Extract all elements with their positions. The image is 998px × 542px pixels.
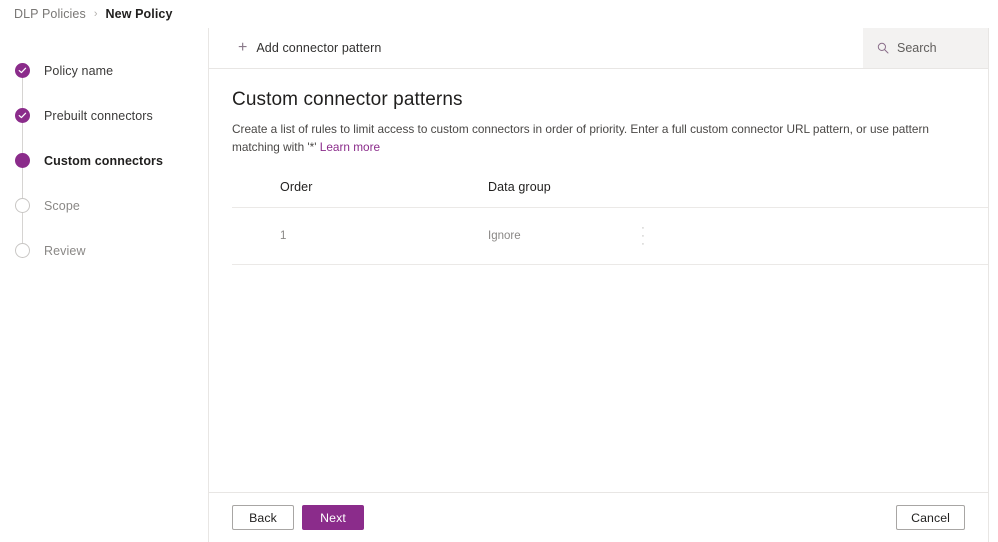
right-strip xyxy=(989,28,998,542)
breadcrumb-link-dlp-policies[interactable]: DLP Policies xyxy=(14,7,86,21)
more-vertical-icon[interactable]: · · · xyxy=(638,223,648,250)
data-group-wrapper: Ignore · · · xyxy=(488,223,648,250)
content-area: Custom connector patterns Create a list … xyxy=(209,69,988,492)
cell-data-group: Ignore · · · xyxy=(360,207,688,265)
wizard-steps: Policy name Prebuilt connectors Custom c… xyxy=(0,48,208,273)
plus-icon: + xyxy=(238,39,248,56)
column-header-order: Order xyxy=(232,180,360,208)
search-input[interactable] xyxy=(897,41,977,55)
empty-circle-icon xyxy=(15,243,30,258)
breadcrumb: DLP Policies › New Policy xyxy=(0,0,998,28)
data-group-value: Ignore xyxy=(488,230,521,242)
cell-pattern: * xyxy=(688,207,988,265)
command-bar-left: + Add connector pattern xyxy=(209,28,863,68)
main-panel: + Add connector pattern Custom connector… xyxy=(209,28,989,542)
table-header-row: Order Data group Pattern Move up Move do… xyxy=(232,180,988,208)
search-icon xyxy=(877,42,889,54)
current-step-dot-icon xyxy=(15,153,30,168)
wizard-rail: Policy name Prebuilt connectors Custom c… xyxy=(0,28,209,542)
check-circle-icon xyxy=(15,63,30,78)
wizard-step-policy-name[interactable]: Policy name xyxy=(0,48,208,93)
next-button[interactable]: Next xyxy=(302,505,364,530)
search-box[interactable] xyxy=(863,28,988,68)
add-connector-pattern-button[interactable]: + Add connector pattern xyxy=(232,33,387,63)
command-bar: + Add connector pattern xyxy=(209,28,988,69)
wizard-step-label: Review xyxy=(44,243,86,258)
page-description: Create a list of rules to limit access t… xyxy=(232,120,967,156)
wizard-connector-line xyxy=(22,78,23,258)
table-head: Order Data group Pattern Move up Move do… xyxy=(232,180,988,208)
page-title: Custom connector patterns xyxy=(232,89,463,110)
page-shell: Policy name Prebuilt connectors Custom c… xyxy=(0,28,998,542)
empty-circle-icon xyxy=(15,198,30,213)
cancel-button[interactable]: Cancel xyxy=(896,505,965,530)
wizard-step-label: Policy name xyxy=(44,63,114,78)
check-circle-icon xyxy=(15,108,30,123)
cell-order: 1 xyxy=(232,207,360,265)
connector-patterns-table: Order Data group Pattern Move up Move do… xyxy=(232,180,988,265)
table-body: 1 Ignore ··· * xyxy=(232,207,988,265)
wizard-step-label: Scope xyxy=(44,198,80,213)
wizard-step-custom-connectors[interactable]: Custom connectors xyxy=(0,138,208,183)
column-header-data-group: Data group xyxy=(360,180,688,208)
column-header-pattern: Pattern xyxy=(688,180,988,208)
add-connector-pattern-label: Add connector pattern xyxy=(256,41,382,55)
wizard-step-review[interactable]: Review xyxy=(0,228,208,273)
wizard-step-prebuilt-connectors[interactable]: Prebuilt connectors xyxy=(0,93,208,138)
wizard-footer: Back Next Cancel xyxy=(209,492,988,542)
back-button[interactable]: Back xyxy=(232,505,294,530)
wizard-step-label: Custom connectors xyxy=(44,153,164,168)
wizard-step-scope[interactable]: Scope xyxy=(0,183,208,228)
table-row[interactable]: 1 Ignore ··· * xyxy=(232,207,988,265)
learn-more-link[interactable]: Learn more xyxy=(320,140,380,154)
wizard-step-label: Prebuilt connectors xyxy=(44,108,153,123)
breadcrumb-current-new-policy: New Policy xyxy=(105,7,173,21)
breadcrumb-separator-icon: › xyxy=(93,8,98,20)
